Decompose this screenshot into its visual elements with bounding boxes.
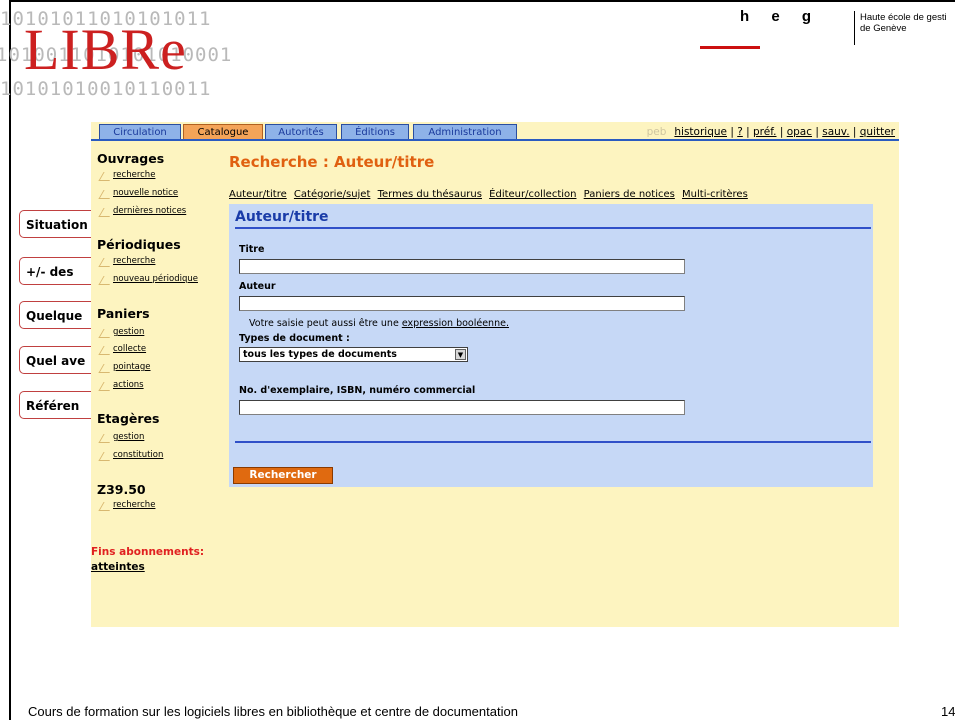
fins-abonnements-label: Fins abonnements: <box>91 546 205 558</box>
top-link-peb: peb <box>646 126 667 138</box>
auteur-label: Auteur <box>239 281 276 292</box>
panel-title: Auteur/titre <box>235 209 329 225</box>
boolean-hint-text: Votre saisie peut aussi être une <box>249 318 402 329</box>
boolean-expression-link[interactable]: expression booléenne. <box>402 318 509 329</box>
slide-page-number: 14 <box>941 704 955 719</box>
side-button-quelque[interactable]: Quelque <box>19 301 91 329</box>
side-button-references[interactable]: Référen <box>19 391 91 419</box>
heg-red-line <box>700 46 760 49</box>
menu-heading-ouvrages: Ouvrages <box>97 151 165 166</box>
boolean-hint: Votre saisie peut aussi être une express… <box>249 318 509 329</box>
type-document-select[interactable]: tous les types de documents ▼ <box>239 347 468 362</box>
numero-label: No. d'exemplaire, ISBN, numéro commercia… <box>239 385 476 396</box>
sublink-paniers-notices[interactable]: Paniers de notices <box>584 189 675 200</box>
sublink-editeur-collection[interactable]: Éditeur/collection <box>489 189 576 200</box>
heg-divider <box>854 11 855 45</box>
menu-item-nouvelle-notice[interactable]: nouvelle notice <box>113 188 178 198</box>
search-panel: Auteur/titre Titre Auteur Votre saisie p… <box>229 204 873 487</box>
page-title: Recherche : Auteur/titre <box>229 153 435 171</box>
top-link-historique[interactable]: historique <box>674 126 727 138</box>
menu-item-ouvrages-recherche[interactable]: recherche <box>113 170 155 180</box>
heg-school-line-2: de Genève <box>860 23 907 34</box>
tab-catalogue[interactable]: Catalogue <box>183 124 263 140</box>
sublink-auteur-titre[interactable]: Auteur/titre <box>229 189 287 200</box>
menu-item-z3950-recherche[interactable]: recherche <box>113 500 155 510</box>
menu-heading-periodiques: Périodiques <box>97 237 181 252</box>
menu-item-pointage[interactable]: pointage <box>113 362 151 372</box>
heg-school-line-1: Haute école de gesti <box>860 12 947 23</box>
atteintes-link[interactable]: atteintes <box>91 561 145 573</box>
menu-item-nouveau-periodique[interactable]: nouveau périodique <box>113 274 198 284</box>
top-link-opac[interactable]: opac <box>787 126 812 138</box>
menu-heading-z3950: Z39.50 <box>97 482 146 497</box>
top-link-pref[interactable]: préf. <box>753 126 776 138</box>
titre-input[interactable] <box>239 259 685 274</box>
auteur-input[interactable] <box>239 296 685 311</box>
left-menu: Ouvrages recherche nouvelle notice derni… <box>91 141 221 627</box>
heg-letters: h e g <box>740 8 812 25</box>
sublink-multi-criteres[interactable]: Multi-critères <box>682 189 748 200</box>
sublink-termes-thesaurus[interactable]: Termes du thésaurus <box>378 189 482 200</box>
side-button-situation[interactable]: Situation <box>19 210 91 238</box>
tab-editions[interactable]: Éditions <box>341 124 409 140</box>
menu-heading-etageres: Etagères <box>97 411 160 426</box>
tab-autorites[interactable]: Autorités <box>265 124 337 140</box>
tab-administration[interactable]: Administration <box>413 124 517 140</box>
heg-school-name: Haute école de gesti de Genève <box>860 12 947 34</box>
search-type-links: Auteur/titre Catégorie/sujet Termes du t… <box>229 189 752 200</box>
dropdown-arrow-icon[interactable]: ▼ <box>455 349 466 360</box>
menu-item-periodiques-recherche[interactable]: recherche <box>113 256 155 266</box>
sublink-categorie-sujet[interactable]: Catégorie/sujet <box>294 189 370 200</box>
side-button-quel-avenir[interactable]: Quel ave <box>19 346 91 374</box>
heg-logo: h e g Haute école de gesti de Genève <box>700 8 955 68</box>
rechercher-button[interactable]: Rechercher <box>233 467 333 484</box>
menu-item-etageres-gestion[interactable]: gestion <box>113 432 144 442</box>
menu-item-dernieres-notices[interactable]: dernières notices <box>113 206 186 216</box>
panel-top-rule <box>235 227 871 229</box>
menu-item-paniers-gestion[interactable]: gestion <box>113 327 144 337</box>
tab-circulation[interactable]: Circulation <box>99 124 181 140</box>
type-document-selected: tous les types de documents <box>243 349 397 360</box>
numero-input[interactable] <box>239 400 685 415</box>
menu-item-constitution[interactable]: constitution <box>113 450 163 460</box>
side-button-des[interactable]: +/- des <box>19 257 91 285</box>
logo-wordmark: LIBRe <box>24 17 187 82</box>
module-tabs: Circulation Catalogue Autorités Éditions… <box>91 122 899 141</box>
menu-heading-paniers: Paniers <box>97 306 150 321</box>
titre-label: Titre <box>239 244 265 255</box>
menu-item-actions[interactable]: actions <box>113 380 144 390</box>
top-link-quitter[interactable]: quitter <box>860 126 895 138</box>
type-document-label: Types de document : <box>239 333 350 344</box>
panel-bottom-rule <box>235 441 871 443</box>
top-links: peb historique | ? | préf. | opac | sauv.… <box>646 126 895 138</box>
top-link-sauv[interactable]: sauv. <box>822 126 849 138</box>
top-link-help[interactable]: ? <box>737 126 743 138</box>
koha-app-window: Circulation Catalogue Autorités Éditions… <box>91 122 899 627</box>
menu-item-collecte[interactable]: collecte <box>113 344 146 354</box>
slide-footer: Cours de formation sur les logiciels lib… <box>28 704 518 719</box>
libre-logo: 10101011010101011 1010011010101010001 10… <box>0 0 260 100</box>
